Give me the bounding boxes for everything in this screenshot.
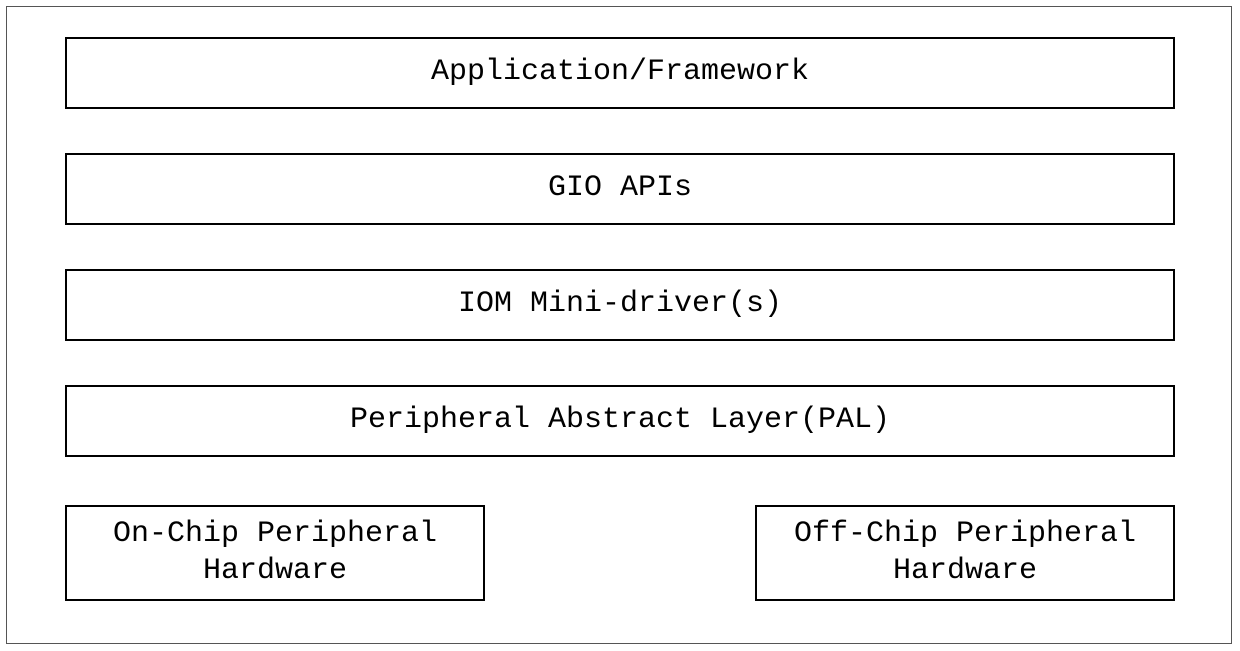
- layer-iom-mini-drivers: IOM Mini-driver(s): [65, 269, 1175, 341]
- layer-application-framework: Application/Framework: [65, 37, 1175, 109]
- layer-gio-apis: GIO APIs: [65, 153, 1175, 225]
- layer-on-chip-peripheral-hardware: On-Chip Peripheral Hardware: [65, 505, 485, 601]
- layer-peripheral-abstract-layer: Peripheral Abstract Layer(PAL): [65, 385, 1175, 457]
- diagram-frame: Application/Framework GIO APIs IOM Mini-…: [6, 6, 1232, 644]
- layer-off-chip-peripheral-hardware: Off-Chip Peripheral Hardware: [755, 505, 1175, 601]
